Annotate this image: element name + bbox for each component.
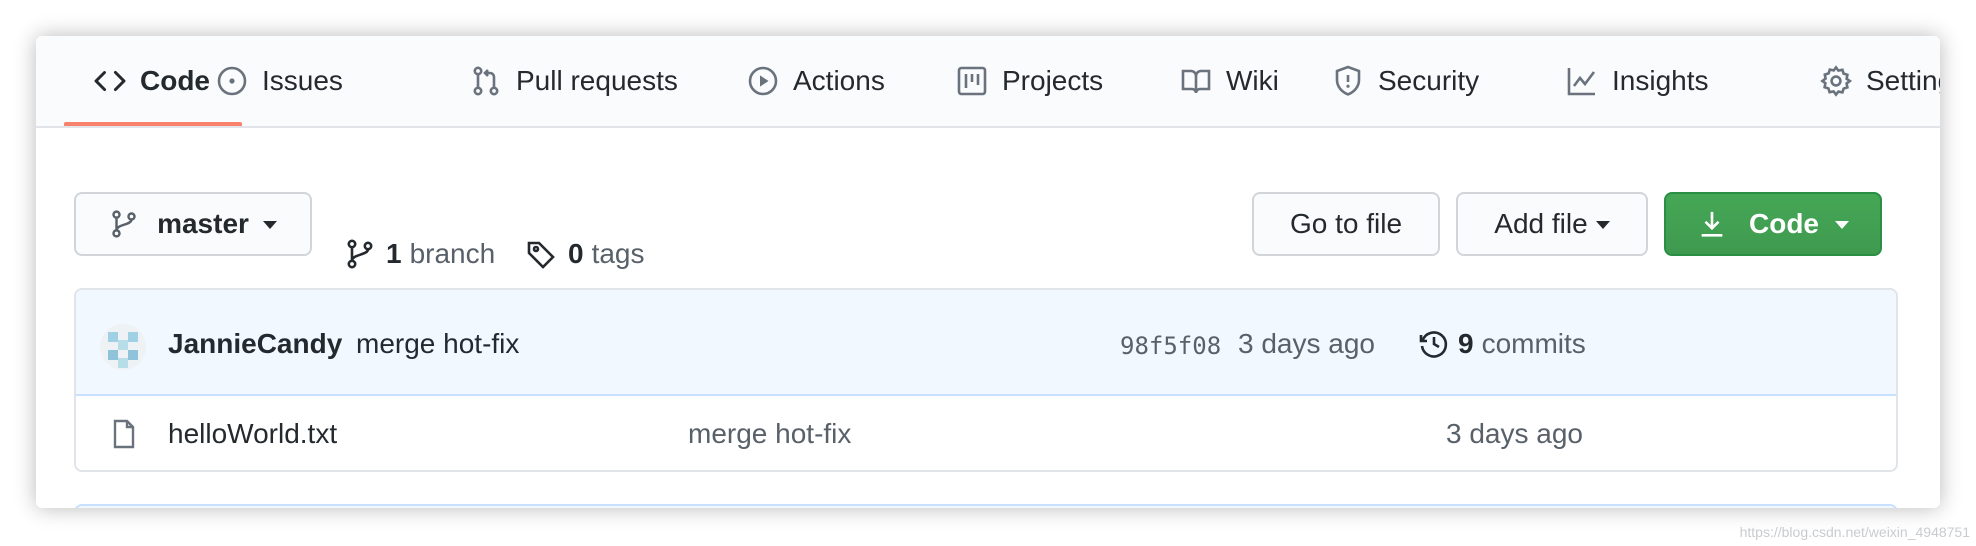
commit-time: 3 days ago	[1238, 328, 1375, 359]
repo-tab-bar: Code Issues Pull requests Actions Projec	[36, 36, 1940, 128]
add-file-button[interactable]: Add file	[1456, 192, 1648, 256]
tab-insights-label: Insights	[1612, 65, 1709, 96]
file-icon	[108, 418, 140, 450]
gear-icon	[1820, 65, 1852, 97]
commits-label: commits	[1481, 328, 1586, 359]
code-download-button[interactable]: Code	[1664, 192, 1882, 256]
tab-wiki-label: Wiki	[1226, 65, 1279, 96]
branches-link[interactable]: 1 branch	[344, 222, 495, 286]
tab-pull-requests-label: Pull requests	[516, 65, 678, 96]
tab-settings[interactable]: Settings	[1820, 36, 1940, 126]
active-tab-underline	[64, 122, 242, 126]
tab-projects[interactable]: Projects	[956, 36, 1103, 126]
tab-pull-requests[interactable]: Pull requests	[470, 36, 678, 126]
branch-selector-label: master	[157, 208, 249, 239]
tab-settings-label: Settings	[1866, 65, 1940, 96]
tags-link[interactable]: 0 tags	[526, 222, 645, 286]
project-icon	[956, 65, 988, 97]
tab-actions[interactable]: Actions	[747, 36, 885, 126]
tab-insights[interactable]: Insights	[1566, 36, 1709, 126]
chevron-down-icon	[1835, 221, 1849, 229]
play-icon	[747, 65, 779, 97]
add-file-label: Add file	[1494, 208, 1588, 239]
tab-issues[interactable]: Issues	[216, 36, 343, 126]
tag-icon	[526, 238, 558, 270]
commits-count: 9	[1458, 328, 1474, 359]
go-to-file-label: Go to file	[1289, 208, 1403, 239]
shield-icon	[1332, 65, 1364, 97]
go-to-file-button[interactable]: Go to file	[1252, 192, 1440, 256]
branch-count-label: branch	[409, 238, 496, 269]
readme-box-edge	[74, 504, 1898, 508]
git-pull-request-icon	[470, 65, 502, 97]
code-button-label: Code	[1749, 208, 1819, 239]
tab-code[interactable]: Code	[94, 36, 210, 126]
tab-security[interactable]: Security	[1332, 36, 1479, 126]
tab-code-label: Code	[140, 65, 210, 96]
issue-opened-icon	[216, 65, 248, 97]
commit-sha[interactable]: 98f5f08	[1120, 332, 1221, 360]
tab-security-label: Security	[1378, 65, 1480, 96]
chevron-down-icon	[1595, 221, 1610, 229]
tab-wiki[interactable]: Wiki	[1180, 36, 1279, 126]
file-commit-time: 3 days ago	[1446, 418, 1583, 449]
repository-window: Code Issues Pull requests Actions Projec	[36, 36, 1940, 508]
code-icon	[94, 65, 126, 97]
commit-message[interactable]: merge hot-fix	[356, 328, 519, 360]
tab-issues-label: Issues	[262, 65, 343, 96]
git-branch-icon	[109, 209, 139, 239]
commit-author[interactable]: JannieCandy	[168, 328, 342, 360]
tab-actions-label: Actions	[793, 65, 885, 96]
latest-commit-bar: JannieCandy merge hot-fix 98f5f08 3 days…	[76, 290, 1896, 396]
watermark-text: https://blog.csdn.net/weixin_4948751	[1739, 524, 1970, 540]
download-icon	[1697, 209, 1727, 239]
tag-count-label: tags	[591, 238, 645, 269]
book-icon	[1180, 65, 1212, 97]
commits-history-link[interactable]: 9 commits	[1418, 326, 1586, 362]
chevron-down-icon	[262, 221, 277, 229]
table-row[interactable]: helloWorld.txt merge hot-fix 3 days ago	[76, 396, 1896, 470]
history-icon	[1418, 328, 1450, 360]
file-name-link[interactable]: helloWorld.txt	[168, 418, 337, 450]
git-branch-icon	[344, 238, 376, 270]
graph-icon	[1566, 65, 1598, 97]
repository-file-list: JannieCandy merge hot-fix 98f5f08 3 days…	[74, 288, 1898, 472]
tab-projects-label: Projects	[1002, 65, 1104, 96]
tag-count: 0	[568, 238, 584, 269]
file-commit-message[interactable]: merge hot-fix	[688, 418, 851, 450]
branch-selector-button[interactable]: master	[74, 192, 312, 256]
branch-count: 1	[386, 238, 402, 269]
avatar[interactable]	[100, 324, 146, 370]
